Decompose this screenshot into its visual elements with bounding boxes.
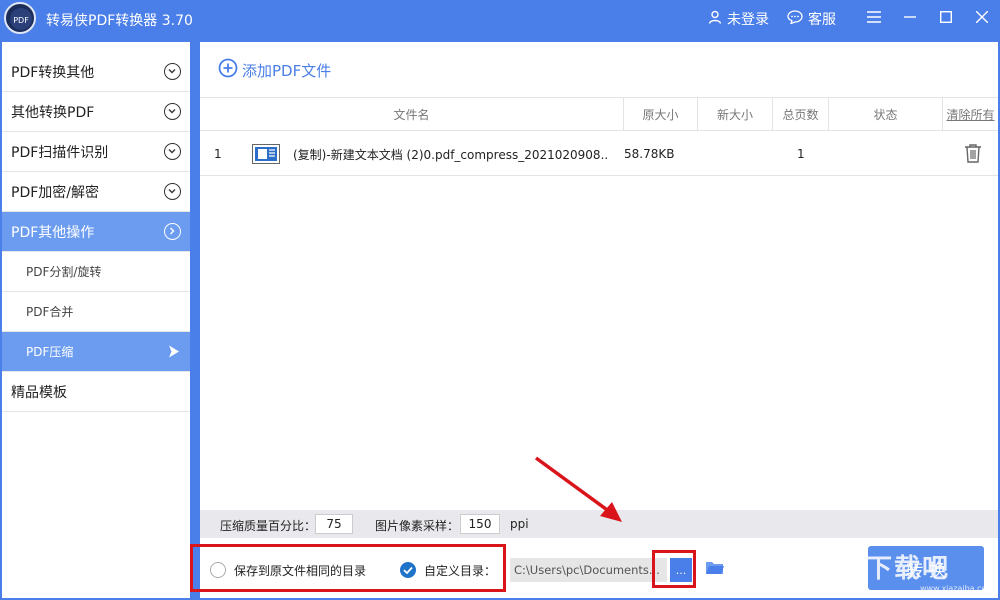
close-button[interactable] (964, 0, 1000, 38)
sampling-label: 图片像素采样： (375, 519, 460, 533)
column-orig-size: 原大小 (624, 98, 698, 130)
minimize-icon (904, 11, 916, 27)
maximize-button[interactable] (928, 0, 964, 38)
sidebar-subitem-label: PDF合并 (26, 305, 74, 319)
watermark-logo: 下载吧 (866, 554, 951, 584)
row-pages: 1 (797, 147, 805, 161)
maximize-icon (939, 10, 953, 27)
quality-input[interactable]: 75 (315, 514, 353, 534)
annotation-arrow-icon (534, 456, 622, 522)
sidebar-item-templates[interactable]: 精品模板 (2, 372, 190, 412)
file-table-header: 文件名 原大小 新大小 总页数 状态 清除所有 (200, 97, 998, 131)
sidebar-item-label: PDF其他操作 (11, 224, 95, 241)
play-arrow-icon (168, 345, 180, 361)
output-path-field[interactable]: C:\Users\pc\Documents... (510, 558, 667, 582)
pdf-file-icon (252, 132, 280, 176)
clear-all-link[interactable]: 清除所有 (943, 98, 998, 130)
app-logo-icon: PDF (4, 2, 36, 34)
chevron-down-icon (164, 183, 181, 200)
column-pages: 总页数 (773, 98, 829, 130)
sampling-input[interactable]: 150 (460, 514, 500, 534)
sidebar-subitem-merge[interactable]: PDF合并 (2, 292, 190, 332)
close-icon (975, 10, 989, 27)
service-label: 客服 (808, 12, 836, 28)
chevron-down-icon (164, 103, 181, 120)
add-pdf-label: 添加PDF文件 (242, 61, 332, 80)
chevron-down-icon (164, 63, 181, 80)
login-button[interactable]: 未登录 (708, 9, 769, 29)
service-button[interactable]: 客服 (787, 9, 836, 29)
annotation-box-browse (652, 550, 696, 588)
sidebar-item-label: PDF扫描件识别 (11, 144, 109, 161)
title-bar: PDF 转易侠PDF转换器 3.70 未登录 客服 (0, 0, 1000, 38)
menu-button[interactable] (856, 0, 892, 38)
sidebar-item-label: PDF加密/解密 (11, 184, 99, 201)
open-folder-button[interactable] (705, 560, 725, 579)
quality-label: 压缩质量百分比： (220, 519, 317, 533)
sidebar-item-encrypt[interactable]: PDF加密/解密 (2, 172, 190, 212)
minimize-button[interactable] (892, 0, 928, 38)
sidebar: PDF转换其他 其他转换PDF PDF扫描件识别 PDF加密/解密 PDF其他操… (2, 42, 190, 598)
folder-icon (705, 562, 725, 579)
sidebar-item-other-to-pdf[interactable]: 其他转换PDF (2, 92, 190, 132)
sidebar-item-other-ops[interactable]: PDF其他操作 (2, 212, 190, 252)
table-row[interactable]: 1 (复制)-新建文本文档 (2)0.pdf_compress_20210209… (200, 132, 998, 176)
hamburger-icon (867, 11, 881, 27)
login-label: 未登录 (727, 12, 769, 28)
chevron-right-icon (164, 223, 181, 240)
row-filename: (复制)-新建文本文档 (2)0.pdf_compress_2021020908… (293, 147, 609, 162)
app-title: 转易侠PDF转换器 3.70 (46, 13, 193, 29)
svg-text:PDF: PDF (13, 16, 29, 25)
sidebar-subitem-label: PDF分割/旋转 (26, 265, 102, 279)
sidebar-subitem-compress[interactable]: PDF压缩 (2, 332, 190, 372)
chevron-down-icon (164, 143, 181, 160)
trash-icon (964, 143, 982, 166)
column-new-size: 新大小 (698, 98, 773, 130)
column-filename: 文件名 (200, 98, 624, 130)
sidebar-subitem-label: PDF压缩 (26, 345, 74, 359)
row-index: 1 (214, 147, 222, 161)
sidebar-item-pdf-to-other[interactable]: PDF转换其他 (2, 52, 190, 92)
sidebar-item-label: 其他转换PDF (11, 104, 95, 121)
sidebar-item-scan-ocr[interactable]: PDF扫描件识别 (2, 132, 190, 172)
row-orig-size: 58.78KB (624, 147, 675, 161)
add-pdf-button[interactable]: 添加PDF文件 (218, 58, 331, 82)
chat-icon (787, 10, 803, 28)
delete-button[interactable] (964, 132, 982, 176)
user-icon (708, 10, 722, 28)
sidebar-subitem-split-rotate[interactable]: PDF分割/旋转 (2, 252, 190, 292)
sidebar-item-label: 精品模板 (11, 384, 67, 401)
plus-circle-icon (218, 58, 238, 82)
sampling-unit: ppi (510, 517, 529, 531)
watermark-url: www.xiazaiba.com (920, 584, 995, 593)
column-status: 状态 (829, 98, 943, 130)
annotation-box-output-options (190, 544, 506, 592)
sidebar-item-label: PDF转换其他 (11, 64, 95, 81)
